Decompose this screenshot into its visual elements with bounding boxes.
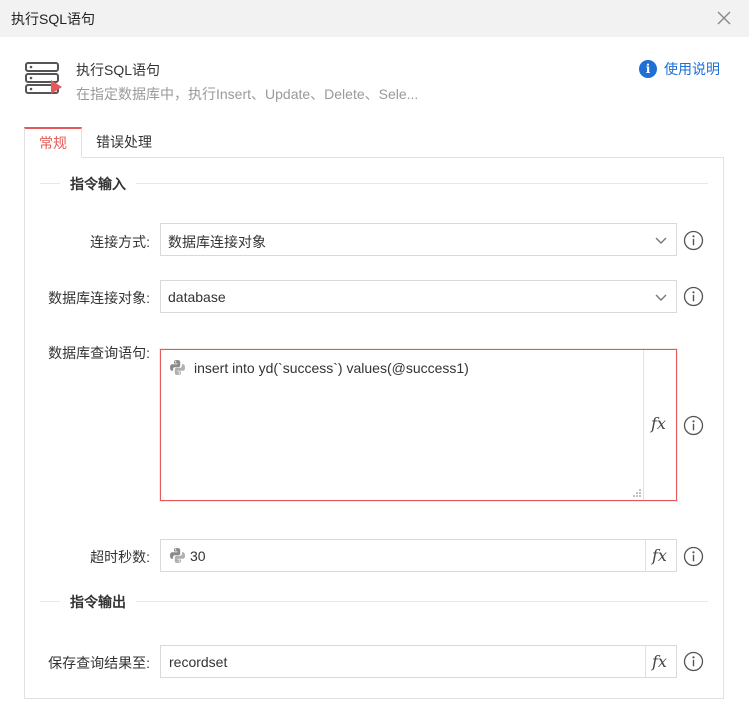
help-link[interactable]: i 使用说明	[639, 59, 720, 79]
fx-column: fx	[645, 540, 676, 571]
section-output: 指令输出	[40, 592, 708, 612]
info-icon[interactable]	[683, 546, 704, 567]
connection-object-value: database	[168, 289, 226, 305]
section-input-title: 指令输入	[60, 174, 136, 194]
info-circle-icon: i	[639, 60, 657, 78]
tab-bar: 常规 错误处理	[24, 127, 166, 158]
info-icon[interactable]	[683, 286, 704, 307]
fx-column: fx	[645, 646, 676, 677]
resize-handle-icon[interactable]	[633, 489, 641, 497]
timeout-input[interactable]: 30 fx	[160, 539, 677, 572]
close-icon[interactable]	[714, 8, 734, 28]
section-divider	[40, 183, 708, 184]
window-title: 执行SQL语句	[11, 11, 96, 27]
query-textarea[interactable]: insert into yd(`success`) values(@succes…	[160, 349, 677, 501]
fx-button[interactable]: fx	[651, 414, 666, 433]
query-label: 数据库查询语句:	[48, 345, 150, 361]
timeout-label: 超时秒数:	[90, 549, 150, 565]
connection-object-label: 数据库连接对象:	[48, 290, 150, 306]
fx-button[interactable]: fx	[652, 652, 667, 671]
save-result-label: 保存查询结果至:	[48, 655, 150, 671]
sql-server-run-icon	[25, 62, 62, 94]
section-output-title: 指令输出	[60, 592, 136, 612]
save-result-input[interactable]: recordset fx	[160, 645, 677, 678]
connection-mode-value: 数据库连接对象	[168, 234, 266, 250]
command-description: 在指定数据库中，执行Insert、Update、Delete、Sele...	[76, 86, 419, 102]
tab-general[interactable]: 常规	[24, 127, 82, 158]
tab-error-handling[interactable]: 错误处理	[82, 127, 166, 158]
info-icon[interactable]	[683, 230, 704, 251]
fx-button[interactable]: fx	[652, 546, 667, 565]
query-value: insert into yd(`success`) values(@succes…	[194, 359, 469, 376]
timeout-value: 30	[190, 547, 206, 564]
title-bar: 执行SQL语句	[0, 0, 749, 37]
fx-column: fx	[643, 350, 676, 500]
chevron-down-icon	[655, 294, 667, 301]
command-title: 执行SQL语句	[76, 62, 161, 78]
info-icon[interactable]	[683, 651, 704, 672]
info-icon[interactable]	[683, 415, 704, 436]
section-divider	[40, 601, 708, 602]
save-result-value: recordset	[169, 654, 228, 670]
connection-object-select[interactable]: database	[160, 280, 677, 313]
python-icon	[170, 360, 185, 375]
connection-mode-select[interactable]: 数据库连接对象	[160, 223, 677, 256]
chevron-down-icon	[655, 237, 667, 244]
section-input: 指令输入	[40, 174, 708, 194]
connection-mode-label: 连接方式:	[90, 234, 150, 250]
help-link-label: 使用说明	[664, 61, 720, 77]
python-icon	[170, 548, 185, 563]
